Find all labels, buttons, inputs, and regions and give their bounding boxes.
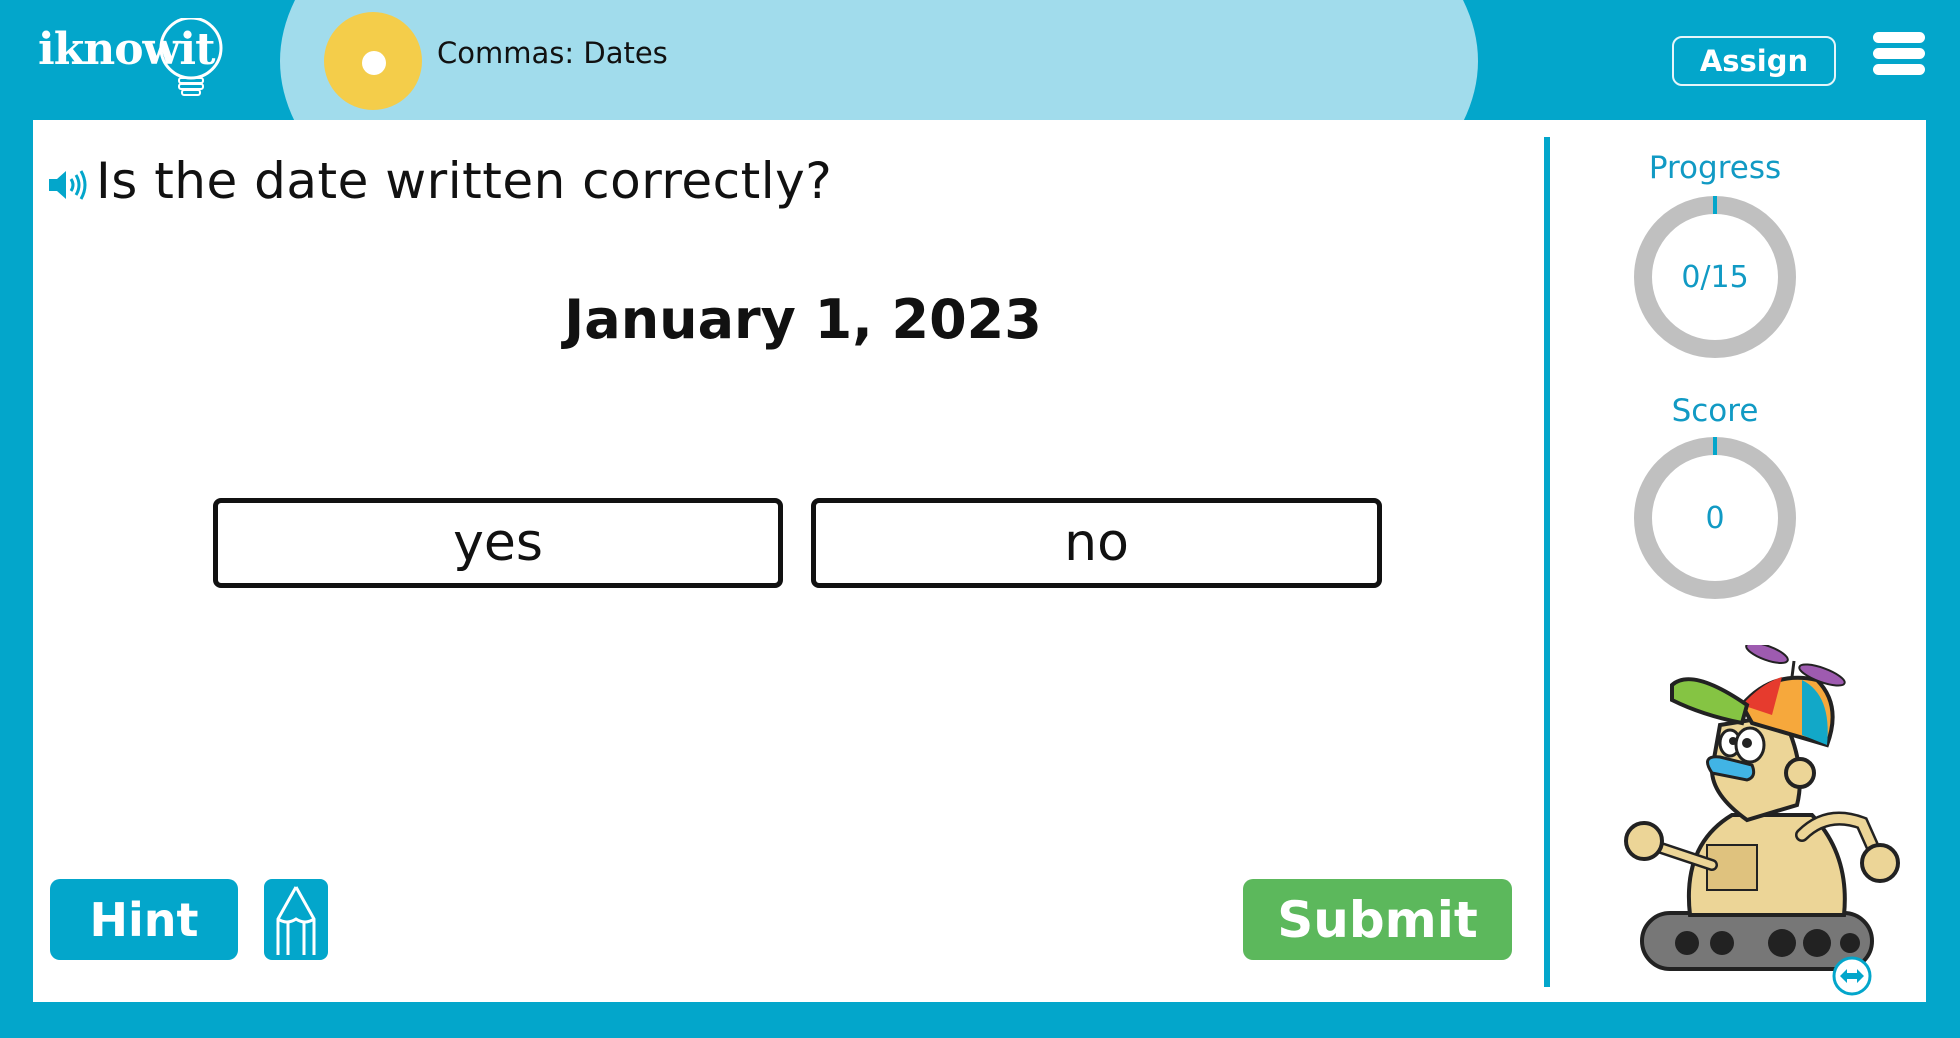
speaker-icon[interactable] <box>47 168 91 202</box>
iknowit-logo[interactable]: iknowit <box>38 18 228 100</box>
progress-label: Progress <box>1648 150 1782 186</box>
date-prompt: January 1, 2023 <box>564 288 1042 351</box>
lesson-badge-icon <box>324 12 422 110</box>
lesson-title: Commas: Dates <box>437 36 668 70</box>
header: iknowit Commas: Dates Assign <box>0 0 1960 122</box>
progress-value: 0/15 <box>1681 259 1749 295</box>
lightbulb-icon <box>159 18 223 96</box>
swap-horizontal-icon[interactable] <box>1831 955 1873 997</box>
answer-yes-button[interactable]: yes <box>213 498 783 588</box>
hint-button[interactable]: Hint <box>50 879 238 960</box>
score-gauge: 0 <box>1630 433 1800 603</box>
score-label: Score <box>1671 393 1759 429</box>
submit-button[interactable]: Submit <box>1243 879 1512 960</box>
score-value: 0 <box>1705 500 1725 536</box>
sidebar-divider <box>1544 137 1550 987</box>
assign-button[interactable]: Assign <box>1672 36 1836 86</box>
pencil-icon <box>276 886 316 955</box>
scratchpad-button[interactable] <box>264 879 328 960</box>
robot-mascot <box>1624 645 1900 971</box>
hamburger-menu-icon[interactable] <box>1873 32 1925 78</box>
answer-no-button[interactable]: no <box>811 498 1382 588</box>
progress-gauge: 0/15 <box>1630 192 1800 362</box>
question-text: Is the date written correctly? <box>96 152 833 210</box>
